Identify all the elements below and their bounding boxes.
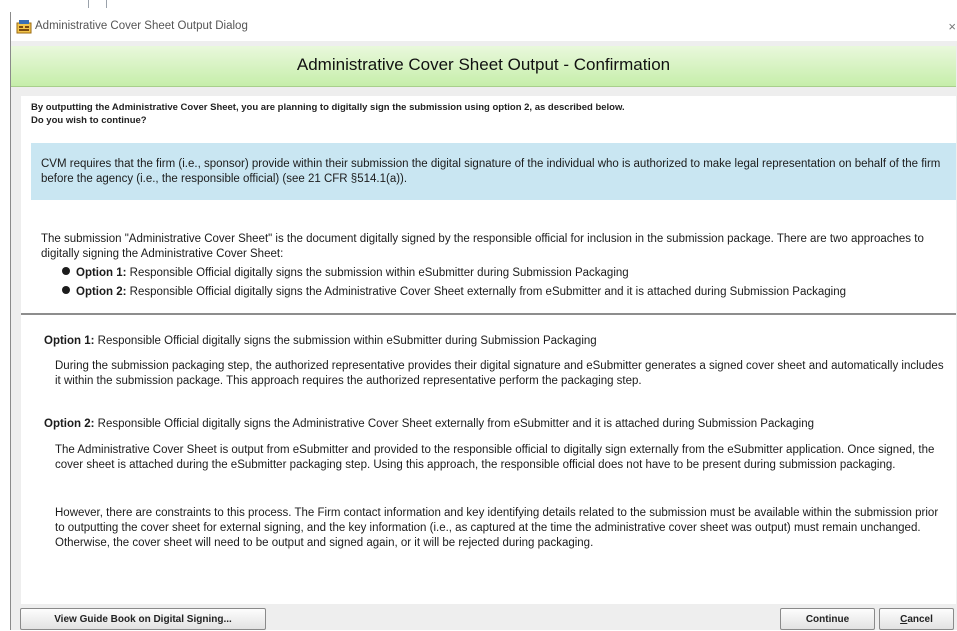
- option1-heading: Option 1: Responsible Official digitally…: [44, 334, 949, 349]
- option1-title: Responsible Official digitally signs the…: [94, 335, 597, 347]
- option1-description: During the submission packaging step, th…: [55, 360, 944, 387]
- background-divider: [88, 0, 89, 8]
- bullet-icon: [62, 267, 70, 275]
- bullet-label: Option 1:: [76, 267, 127, 279]
- bullet-text: Responsible Official digitally signs the…: [126, 286, 847, 298]
- window-title: Administrative Cover Sheet Output Dialog: [35, 20, 248, 32]
- confirmation-question: By outputting the Administrative Cover S…: [21, 96, 956, 134]
- background-strip: [0, 0, 957, 12]
- option1-label: Option 1:: [44, 335, 95, 347]
- close-icon[interactable]: ×: [948, 12, 956, 41]
- list-item: Option 2: Responsible Official digitally…: [62, 285, 942, 300]
- info-note-text: CVM requires that the firm (i.e., sponso…: [41, 158, 941, 185]
- cancel-button[interactable]: Cancel: [879, 608, 954, 630]
- option2-description: The Administrative Cover Sheet is output…: [55, 444, 935, 471]
- dialog-heading: Administrative Cover Sheet Output - Conf…: [11, 46, 956, 87]
- content-panel: CVM requires that the firm (i.e., sponso…: [21, 133, 956, 604]
- bullet-icon: [62, 286, 70, 294]
- info-note: CVM requires that the firm (i.e., sponso…: [31, 143, 956, 200]
- question-line-1: By outputting the Administrative Cover S…: [31, 102, 625, 113]
- intro-paragraph: The submission "Administrative Cover She…: [41, 233, 924, 260]
- option2-heading: Option 2: Responsible Official digitally…: [44, 417, 949, 432]
- option2-title: Responsible Official digitally signs the…: [94, 418, 815, 430]
- continue-button[interactable]: Continue: [780, 608, 875, 630]
- section-divider: [21, 313, 956, 315]
- list-item: Option 1: Responsible Official digitally…: [62, 266, 942, 281]
- cancel-label: ancel: [907, 614, 933, 625]
- background-divider: [106, 0, 107, 8]
- bullet-label: Option 2:: [76, 286, 127, 298]
- view-guide-book-button[interactable]: View Guide Book on Digital Signing...: [20, 608, 266, 630]
- bullet-text: Responsible Official digitally signs the…: [126, 267, 629, 279]
- question-line-2: Do you wish to continue?: [31, 114, 147, 126]
- app-icon: [16, 20, 32, 34]
- option2-label: Option 2:: [44, 418, 95, 430]
- option2-constraints: However, there are constraints to this p…: [55, 507, 939, 549]
- title-bar: Administrative Cover Sheet Output Dialog…: [11, 12, 957, 41]
- dialog-window: Administrative Cover Sheet Output Dialog…: [10, 12, 957, 630]
